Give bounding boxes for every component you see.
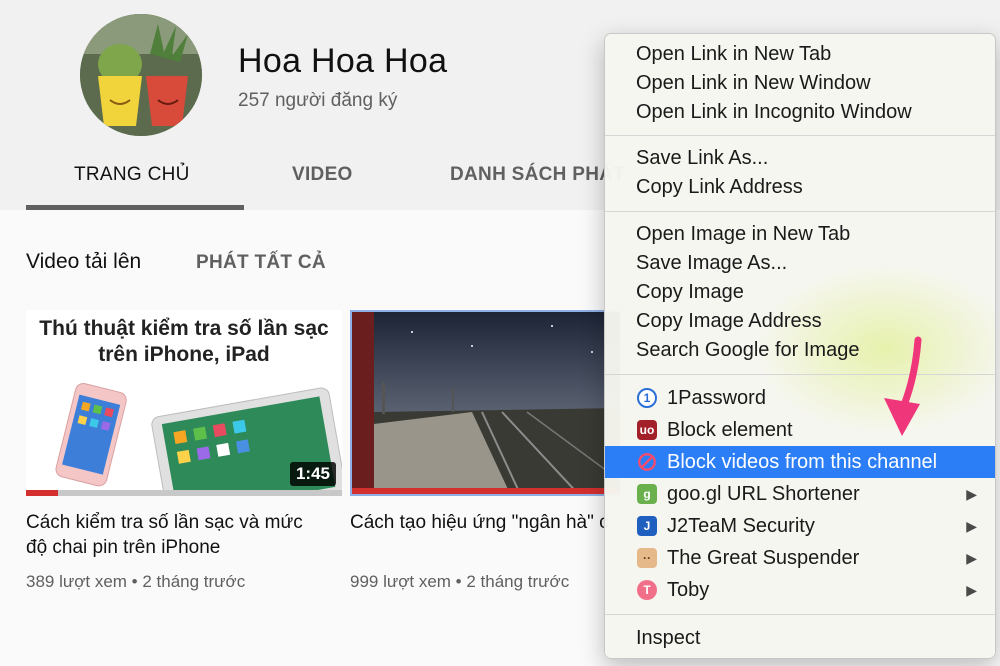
watch-progress xyxy=(26,490,342,496)
menu-separator xyxy=(605,614,995,615)
ublock-icon: uo xyxy=(637,420,657,440)
channel-name: Hoa Hoa Hoa xyxy=(238,42,448,80)
menu-item-label: goo.gl URL Shortener xyxy=(667,483,860,505)
menu-item-copy-image-address[interactable]: Copy Image Address xyxy=(605,307,995,336)
menu-item-toby[interactable]: T Toby ▶ xyxy=(605,574,995,606)
menu-item-save-link-as[interactable]: Save Link As... xyxy=(605,144,995,173)
menu-item-1password[interactable]: 1 1Password xyxy=(605,382,995,414)
menu-item-label: Block videos from this channel xyxy=(667,451,938,473)
menu-item-copy-image[interactable]: Copy Image xyxy=(605,278,995,307)
video-metadata: 389 lượt xem • 2 tháng trước xyxy=(26,572,246,591)
menu-item-label: 1Password xyxy=(667,387,766,409)
menu-item-copy-link-address[interactable]: Copy Link Address xyxy=(605,173,995,202)
submenu-arrow-icon: ▶ xyxy=(966,582,977,598)
menu-item-great-suspender[interactable]: ·· The Great Suspender ▶ xyxy=(605,542,995,574)
video-metadata: 999 lượt xem • 2 tháng trước xyxy=(350,572,570,591)
menu-separator xyxy=(605,211,995,212)
railway-night-image xyxy=(352,312,620,494)
menu-item-block-element[interactable]: uo Block element xyxy=(605,414,995,446)
toby-icon: T xyxy=(637,580,657,600)
j2team-icon: J xyxy=(637,516,657,536)
menu-item-save-image-as[interactable]: Save Image As... xyxy=(605,249,995,278)
block-icon xyxy=(637,452,657,472)
menu-item-open-image-new-tab[interactable]: Open Image in New Tab xyxy=(605,220,995,249)
watch-progress-fill xyxy=(26,490,58,496)
video-title[interactable]: Cách tạo hiệu ứng "ngân hà" cho hình ảnh… xyxy=(350,510,610,535)
menu-item-open-link-new-tab[interactable]: Open Link in New Tab xyxy=(605,40,995,69)
video-thumbnail[interactable] xyxy=(350,310,620,496)
submenu-arrow-icon: ▶ xyxy=(966,550,977,566)
video-thumbnail[interactable]: Thú thuật kiểm tra số lần sạc trên iPhon… xyxy=(26,310,342,496)
menu-item-inspect[interactable]: Inspect xyxy=(605,624,995,653)
submenu-arrow-icon: ▶ xyxy=(966,518,977,534)
context-menu: Open Link in New Tab Open Link in New Wi… xyxy=(604,33,996,659)
suspender-icon: ·· xyxy=(637,548,657,568)
googl-icon: g xyxy=(637,484,657,504)
menu-item-search-google-image[interactable]: Search Google for Image xyxy=(605,336,995,365)
menu-item-open-link-new-window[interactable]: Open Link in New Window xyxy=(605,69,995,98)
video-title[interactable]: Cách kiểm tra số lần sạc và mức độ chai … xyxy=(26,510,326,560)
menu-item-j2team-security[interactable]: J J2TeaM Security ▶ xyxy=(605,510,995,542)
submenu-arrow-icon: ▶ xyxy=(966,486,977,502)
1password-icon: 1 xyxy=(637,388,657,408)
annotation-arrow-icon xyxy=(884,336,922,436)
menu-item-block-videos-channel[interactable]: Block videos from this channel xyxy=(605,446,995,478)
menu-item-label: J2TeaM Security xyxy=(667,515,815,537)
watch-progress-fill xyxy=(352,488,620,494)
thumbnail-caption: Thú thuật kiểm tra số lần sạc trên iPhon… xyxy=(39,317,329,366)
menu-separator xyxy=(605,135,995,136)
watch-progress xyxy=(352,488,620,494)
uploads-title[interactable]: Video tải lên xyxy=(26,250,141,274)
play-all-button[interactable]: PHÁT TẤT CẢ xyxy=(196,252,326,274)
channel-avatar[interactable] xyxy=(80,14,202,136)
video-duration: 1:45 xyxy=(289,462,336,486)
menu-item-label: Block element xyxy=(667,419,793,441)
menu-item-label: Toby xyxy=(667,579,710,601)
subscriber-count: 257 người đăng ký xyxy=(238,90,398,111)
menu-item-googl-shortener[interactable]: g goo.gl URL Shortener ▶ xyxy=(605,478,995,510)
tab-videos[interactable]: VIDEO xyxy=(292,164,353,186)
tab-playlists[interactable]: DANH SÁCH PHÁT xyxy=(450,164,625,186)
menu-item-label: The Great Suspender xyxy=(667,547,860,569)
menu-item-open-link-incognito[interactable]: Open Link in Incognito Window xyxy=(605,98,995,127)
menu-separator xyxy=(605,374,995,375)
tab-home[interactable]: TRANG CHỦ xyxy=(74,164,190,186)
